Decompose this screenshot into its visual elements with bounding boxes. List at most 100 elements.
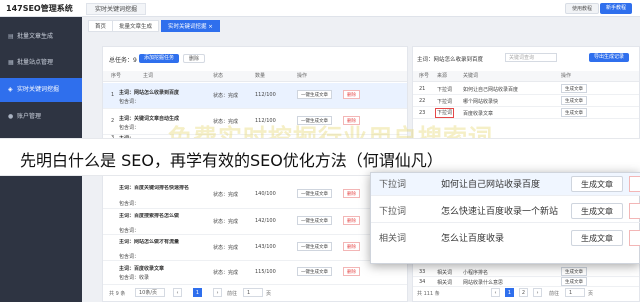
goto-label: 前往 bbox=[227, 291, 238, 297]
page-button-current[interactable]: 1 bbox=[193, 288, 202, 297]
keyword-search-input[interactable]: 关键词查询 bbox=[505, 53, 557, 62]
goto-page-input[interactable]: 1 bbox=[243, 288, 263, 297]
add-task-button[interactable]: 添加挖掘任务 bbox=[139, 54, 180, 63]
row-status: 状态：完成 bbox=[213, 192, 239, 198]
row-keyword: 如何让自己网站收录百度 bbox=[463, 87, 519, 93]
generate-articles-button[interactable]: 一键生成文章 bbox=[297, 216, 332, 225]
delete-row-button[interactable]: 删除 bbox=[343, 267, 360, 276]
table-row[interactable]: 33 相关词 小程序排名 生成文章 bbox=[413, 267, 639, 277]
generate-articles-button[interactable]: 一键生成文章 bbox=[297, 189, 332, 198]
row-index: 21 bbox=[419, 86, 426, 92]
delete-row-button[interactable]: 删除 bbox=[343, 189, 360, 198]
sidebar-item-site-management[interactable]: ▦ 批量站点管理 bbox=[0, 51, 82, 75]
top-tab-keyword-mining[interactable]: 实时关键词挖掘 bbox=[86, 3, 147, 15]
task-count-label: 总任务：9 bbox=[109, 57, 137, 64]
table-row[interactable]: 主词：网站怎么做才有流量 包含词： 状态：完成 143/100 一键生成文章 删… bbox=[103, 235, 407, 261]
row-keyword: 哪个网站收录快 bbox=[463, 99, 499, 105]
delete-row-button[interactable] bbox=[629, 176, 640, 192]
generate-article-button[interactable]: 生成文章 bbox=[561, 108, 587, 117]
result-total: 共 111 条 bbox=[417, 291, 440, 297]
mine-icon: ◈ bbox=[8, 86, 13, 93]
goto-label: 前往 bbox=[549, 291, 560, 297]
goto-page-input[interactable]: 1 bbox=[565, 288, 585, 297]
row-count: 143/100 bbox=[255, 244, 276, 250]
row-keyword: 百度收录文章 bbox=[463, 111, 494, 117]
generate-article-button[interactable]: 生成文章 bbox=[571, 203, 623, 219]
row-keyword: 主词：百度搜索排名怎么做 bbox=[119, 213, 180, 219]
table-row[interactable]: 1 主词：网站怎么收录到百度 包含词： 状态：完成 112/100 一键生成文章… bbox=[103, 83, 407, 109]
col-index: 序号 bbox=[419, 73, 430, 79]
sidebar-item-label: 账户管理 bbox=[17, 113, 42, 120]
delete-row-button[interactable]: 删除 bbox=[343, 242, 360, 251]
delete-row-button[interactable] bbox=[629, 230, 640, 246]
col-keyword: 主词 bbox=[143, 73, 154, 79]
sidebar-item-batch-articles[interactable]: ▤ 批量文章生成 bbox=[0, 25, 82, 49]
generate-article-button[interactable]: 生成文章 bbox=[571, 176, 623, 192]
prev-page-button[interactable]: ‹ bbox=[173, 288, 182, 297]
row-status: 状态：完成 bbox=[213, 270, 239, 276]
zoom-row-keyword: 怎么快速让百度收录一个新站 bbox=[441, 207, 559, 217]
table-row[interactable]: 21 下拉词 如何让自己网站收录百度 生成文章 bbox=[413, 83, 639, 95]
article-headline: 先明白什么是 SEO，再学有效的SEO优化方法（何谓仙凡） bbox=[20, 151, 443, 170]
generate-article-button[interactable]: 生成文章 bbox=[561, 84, 587, 93]
tab-keyword-mining[interactable]: 实时关键词挖掘 × bbox=[161, 20, 220, 32]
next-page-button[interactable]: › bbox=[213, 288, 222, 297]
row-include: 包含词： bbox=[119, 201, 140, 207]
row-keyword: 主词：网站怎么做才有流量 bbox=[119, 239, 180, 245]
row-keyword: 网站收录什么意思 bbox=[463, 280, 504, 286]
generate-article-button[interactable]: 生成文章 bbox=[561, 277, 587, 286]
table-row[interactable]: 主词：百度关键词排名快速排名 包含词： 状态：完成 140/100 一键生成文章… bbox=[103, 181, 407, 209]
row-index: 33 bbox=[419, 269, 426, 275]
page-button-2[interactable]: 2 bbox=[519, 288, 528, 297]
export-records-button[interactable]: 导出生成记录 bbox=[589, 53, 630, 62]
row-index: 2 bbox=[111, 118, 115, 124]
result-title: 主词：网站怎么收录到百度 bbox=[417, 57, 484, 63]
generate-article-button[interactable]: 生成文章 bbox=[571, 230, 623, 246]
col-actions: 操作 bbox=[297, 73, 308, 79]
novice-guide-button[interactable]: 新手教程 bbox=[600, 3, 633, 14]
help-button[interactable]: 使用教程 bbox=[565, 3, 600, 14]
row-count: 112/100 bbox=[255, 92, 276, 98]
table-row[interactable]: 主词：百度搜索排名怎么做 包含词： 状态：完成 142/100 一键生成文章 删… bbox=[103, 209, 407, 235]
tab-batch-articles[interactable]: 批量文章生成 bbox=[112, 20, 160, 32]
generate-articles-button[interactable]: 一键生成文章 bbox=[297, 242, 332, 251]
sidebar-item-label: 批量站点管理 bbox=[17, 59, 54, 66]
delete-tasks-button[interactable]: 删除 bbox=[183, 54, 206, 63]
article-headline-band: 先明白什么是 SEO，再学有效的SEO优化方法（何谓仙凡） bbox=[0, 138, 640, 176]
page-size-select[interactable]: 10条/页 bbox=[135, 288, 165, 297]
sidebar-item-account[interactable]: ● 账户管理 bbox=[0, 105, 82, 129]
page-unit-label: 页 bbox=[266, 291, 272, 297]
generate-articles-button[interactable]: 一键生成文章 bbox=[297, 267, 332, 276]
row-count: 142/100 bbox=[255, 218, 276, 224]
row-source: 相关词 bbox=[437, 270, 453, 276]
row-index: 34 bbox=[419, 279, 426, 285]
generate-article-button[interactable]: 生成文章 bbox=[561, 267, 587, 276]
generate-articles-button[interactable]: 一键生成文章 bbox=[297, 90, 332, 99]
col-keyword: 关键词 bbox=[463, 73, 479, 79]
col-actions: 操作 bbox=[561, 73, 572, 79]
page-button-current[interactable]: 1 bbox=[505, 288, 514, 297]
task-table-header: 序号 主词 状态 数量 操作 bbox=[103, 71, 407, 82]
prev-page-button[interactable]: ‹ bbox=[491, 288, 500, 297]
sidebar-item-keyword-mining[interactable]: ◈ 实时关键词挖掘 bbox=[0, 78, 82, 102]
next-page-button[interactable]: › bbox=[533, 288, 542, 297]
zoom-row[interactable]: 下拉词 如何让自己网站收录百度 生成文章 bbox=[371, 173, 640, 196]
table-row[interactable]: 主词：百度收录文章 包含词：收录 状态：完成 115/100 一键生成文章 删除 bbox=[103, 261, 407, 285]
row-index: 23 bbox=[419, 110, 426, 116]
zoom-row[interactable]: 下拉词 怎么快速让百度收录一个新站 生成文章 bbox=[371, 200, 640, 223]
delete-row-button[interactable] bbox=[629, 203, 640, 219]
tab-home[interactable]: 首页 bbox=[88, 20, 114, 32]
zoomed-keyword-popup: 下拉词 如何让自己网站收录百度 生成文章 下拉词 怎么快速让百度收录一个新站 生… bbox=[370, 172, 640, 264]
row-include: 包含词： bbox=[119, 254, 140, 260]
table-row[interactable]: 34 相关词 网站收录什么意思 生成文章 bbox=[413, 277, 639, 287]
generate-article-button[interactable]: 生成文章 bbox=[561, 96, 587, 105]
zoom-row[interactable]: 相关词 怎么让百度收录 生成文章 bbox=[371, 227, 640, 250]
row-include: 包含词： bbox=[119, 99, 140, 105]
zoom-row-keyword: 如何让自己网站收录百度 bbox=[441, 180, 541, 190]
delete-row-button[interactable]: 删除 bbox=[343, 90, 360, 99]
row-index: 22 bbox=[419, 98, 426, 104]
zoom-row-keyword: 怎么让百度收录 bbox=[441, 234, 505, 244]
doc-icon: ▤ bbox=[8, 33, 14, 40]
delete-row-button[interactable]: 删除 bbox=[343, 216, 360, 225]
table-row[interactable]: 22 下拉词 哪个网站收录快 生成文章 bbox=[413, 95, 639, 107]
